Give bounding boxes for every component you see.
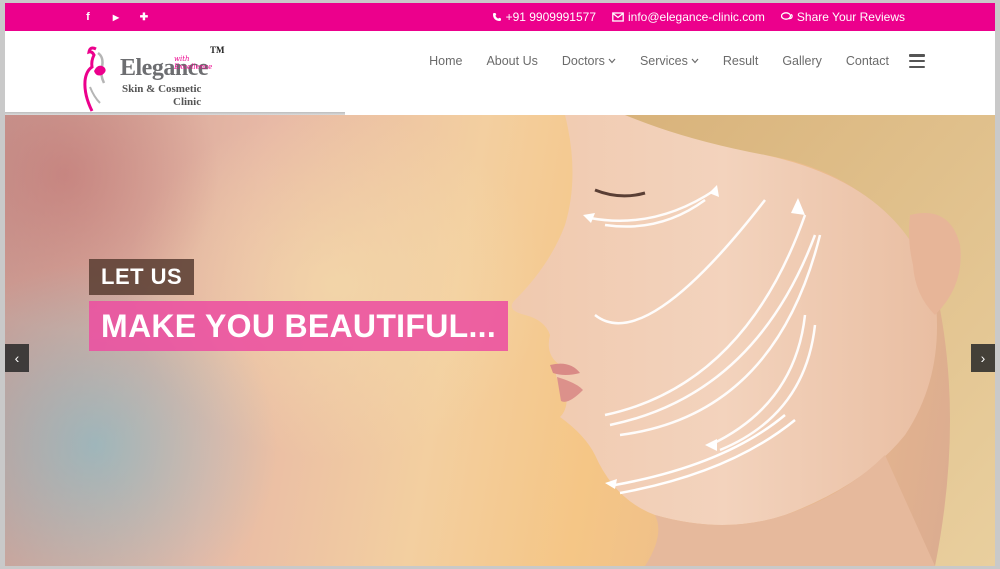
phone-icon (492, 13, 501, 21)
browser-page: f ▶ ✚ +91 9909991577 info@elegance-clini… (5, 3, 995, 566)
google-plus-icon[interactable]: ✚ (139, 12, 149, 23)
logo-subtitle-line1: Skin & Cosmetic (122, 83, 202, 95)
chevron-right-icon: › (980, 350, 986, 366)
logo[interactable]: TM Elegance with Excellence Skin & Cosme… (80, 43, 230, 115)
site-header: TM Elegance with Excellence Skin & Cosme… (5, 31, 995, 115)
reviews-link[interactable]: Share Your Reviews (780, 10, 905, 24)
hamburger-menu-icon[interactable] (909, 54, 925, 68)
chevron-down-icon (691, 58, 699, 64)
facebook-icon[interactable]: f (83, 11, 93, 23)
nav-home-label: Home (429, 54, 463, 68)
nav-about-us[interactable]: About Us (486, 54, 537, 68)
chevron-down-icon (608, 58, 616, 64)
nav-contact[interactable]: Contact (846, 54, 889, 68)
social-links: f ▶ ✚ (83, 3, 149, 31)
email-link[interactable]: info@elegance-clinic.com (612, 10, 765, 24)
nav-about-us-label: About Us (486, 54, 538, 68)
envelope-icon (612, 12, 624, 22)
hero-caption-large: MAKE YOU BEAUTIFUL... (89, 301, 509, 351)
nav-result-label: Result (722, 54, 759, 68)
nav-gallery-label: Gallery (782, 54, 822, 68)
phone-number: +91 9909991577 (505, 10, 596, 24)
logo-subtitle-line2: Clinic (173, 96, 202, 108)
nav-home[interactable]: Home (429, 54, 462, 68)
nav-result[interactable]: Result (723, 54, 758, 68)
chevron-left-icon: ‹ (14, 350, 20, 366)
nav-doctors-label: Doctors (561, 54, 605, 68)
phone-link[interactable]: +91 9909991577 (492, 10, 596, 24)
hero-caption-small: LET US (89, 259, 195, 295)
contact-info: +91 9909991577 info@elegance-clinic.com … (492, 3, 905, 31)
reviews-label: Share Your Reviews (796, 10, 905, 24)
hero-slider: LET US MAKE YOU BEAUTIFUL... ‹ › (5, 115, 995, 566)
nav-services-label: Services (639, 54, 688, 68)
top-bar: f ▶ ✚ +91 9909991577 info@elegance-clini… (5, 3, 995, 31)
main-nav: Home About Us Doctors Services Result Ga… (405, 51, 925, 71)
youtube-icon[interactable]: ▶ (111, 13, 121, 22)
nav-contact-label: Contact (845, 54, 889, 68)
trademark-mark: TM (210, 45, 225, 55)
nav-gallery[interactable]: Gallery (782, 54, 822, 68)
nav-services[interactable]: Services (640, 54, 699, 68)
slider-prev-button[interactable]: ‹ (5, 344, 29, 372)
slider-next-button[interactable]: › (971, 344, 995, 372)
email-address: info@elegance-clinic.com (628, 10, 765, 24)
nav-doctors[interactable]: Doctors (562, 54, 616, 68)
comments-icon (780, 12, 793, 20)
logo-tagline: with Excellence (174, 55, 213, 71)
logo-figure-icon (83, 46, 106, 112)
